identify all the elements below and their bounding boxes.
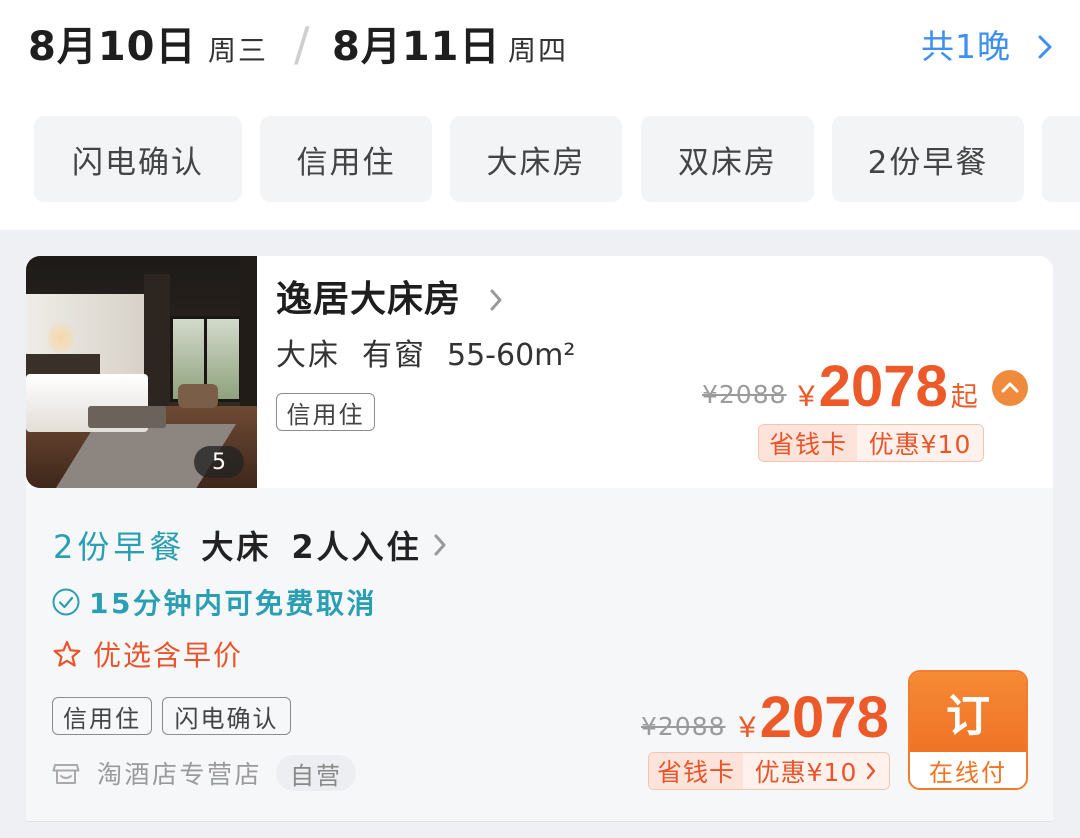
filter-chip-breakfast[interactable]: 2份早餐	[832, 116, 1024, 202]
room-price-suffix: 起	[950, 382, 978, 413]
rate-tags: 信用住 闪电确认	[52, 697, 291, 735]
rate-price-value: 2078	[759, 685, 889, 750]
filter-chip-partial[interactable]	[1042, 116, 1080, 202]
date-separator: /	[294, 17, 310, 71]
nights-count-link[interactable]: 共1晚	[921, 22, 1011, 72]
promo-label-row: 优选含早价	[52, 634, 243, 674]
book-button-label[interactable]: 订	[910, 672, 1026, 752]
room-price-currency: ¥	[798, 380, 815, 413]
saver-card-label: 省钱卡	[649, 753, 743, 789]
chevron-right-icon[interactable]	[1036, 34, 1054, 60]
star-icon	[53, 640, 81, 667]
filter-chip-instant-confirm[interactable]: 闪电确认	[34, 116, 242, 202]
photo-count-badge[interactable]: 5	[194, 446, 244, 478]
room-bed-type: 大床	[276, 338, 340, 373]
rate-plan[interactable]: 2份早餐 大床 2人入住 15分钟内可免费取消 优选含早价 信用住 闪电确认 淘…	[26, 488, 1053, 822]
rate-original-price: ¥2088	[641, 712, 726, 741]
chevron-up-circle-icon[interactable]	[992, 370, 1028, 406]
room-price: ¥ 2078 起	[798, 358, 978, 416]
rate-plan-summary[interactable]: 2份早餐 大床 2人入住	[53, 523, 448, 567]
photo-dark-wall	[240, 256, 257, 426]
discount-label: 优惠¥10	[857, 425, 983, 461]
room-name[interactable]: 逸居大床房	[276, 278, 461, 322]
seller-name: 淘酒店专营店	[97, 760, 263, 789]
date-header: 8月10日 周三 / 8月11日 周四 共1晚 闪电确认 信用住 大床房 双床房…	[0, 0, 1080, 230]
chevron-right-icon[interactable]	[488, 288, 504, 312]
rate-price-currency: ¥	[739, 711, 756, 744]
rate-price: ¥ 2078	[739, 689, 889, 747]
discount-label: 优惠¥10	[754, 758, 858, 787]
checkout-date[interactable]: 8月11日	[332, 22, 501, 72]
photo-bench	[88, 406, 166, 428]
room-area: 55-60m²	[447, 338, 576, 373]
photo-lamp	[48, 322, 74, 354]
room-photo[interactable]: 5	[26, 256, 257, 488]
book-button[interactable]: 订 在线付	[908, 670, 1028, 790]
rate-tag-instant-confirm: 闪电确认	[162, 697, 291, 735]
room-saver-badge: 省钱卡 优惠¥10	[758, 424, 984, 462]
chevron-right-icon[interactable]	[432, 533, 448, 557]
occupancy-label: 2人入住	[291, 528, 422, 566]
check-circle-icon	[52, 588, 80, 616]
chevron-right-icon[interactable]	[865, 761, 877, 781]
filter-bar: 闪电确认 信用住 大床房 双床房 2份早餐	[0, 116, 1080, 202]
photo-chair	[178, 384, 218, 408]
room-card[interactable]: 5 逸居大床房 大床 有窗 55-60m² 信用住 ¥2088 ¥ 2078 起…	[26, 256, 1053, 488]
cancel-policy: 15分钟内可免费取消	[52, 582, 377, 622]
filter-chip-twin-bed[interactable]: 双床房	[641, 116, 814, 202]
checkin-date[interactable]: 8月10日	[28, 22, 197, 72]
rate-bed-type: 大床	[201, 528, 272, 566]
filter-chip-credit-stay[interactable]: 信用住	[260, 116, 432, 202]
pay-online-label[interactable]: 在线付	[910, 752, 1026, 788]
store-icon	[52, 764, 80, 784]
cancel-policy-text: 15分钟内可免费取消	[89, 587, 377, 620]
rate-tag-credit-stay: 信用住	[52, 697, 152, 735]
room-window: 有窗	[362, 338, 426, 373]
checkin-weekday[interactable]: 周三	[208, 26, 268, 76]
breakfast-label: 2份早餐	[53, 528, 186, 566]
room-original-price: ¥2088	[702, 380, 787, 409]
seller-row[interactable]: 淘酒店专营店 自营	[52, 754, 357, 792]
filter-chip-king-bed[interactable]: 大床房	[450, 116, 622, 202]
room-price-value: 2078	[818, 354, 948, 419]
rate-saver-badge[interactable]: 省钱卡 优惠¥10	[648, 752, 890, 790]
room-tag-credit-stay: 信用住	[276, 393, 375, 431]
saver-card-label: 省钱卡	[759, 425, 857, 461]
checkout-weekday[interactable]: 周四	[508, 26, 568, 76]
promo-text: 优选含早价	[93, 639, 244, 672]
self-operated-badge: 自营	[276, 755, 357, 791]
discount-detail: 优惠¥10	[743, 753, 889, 789]
